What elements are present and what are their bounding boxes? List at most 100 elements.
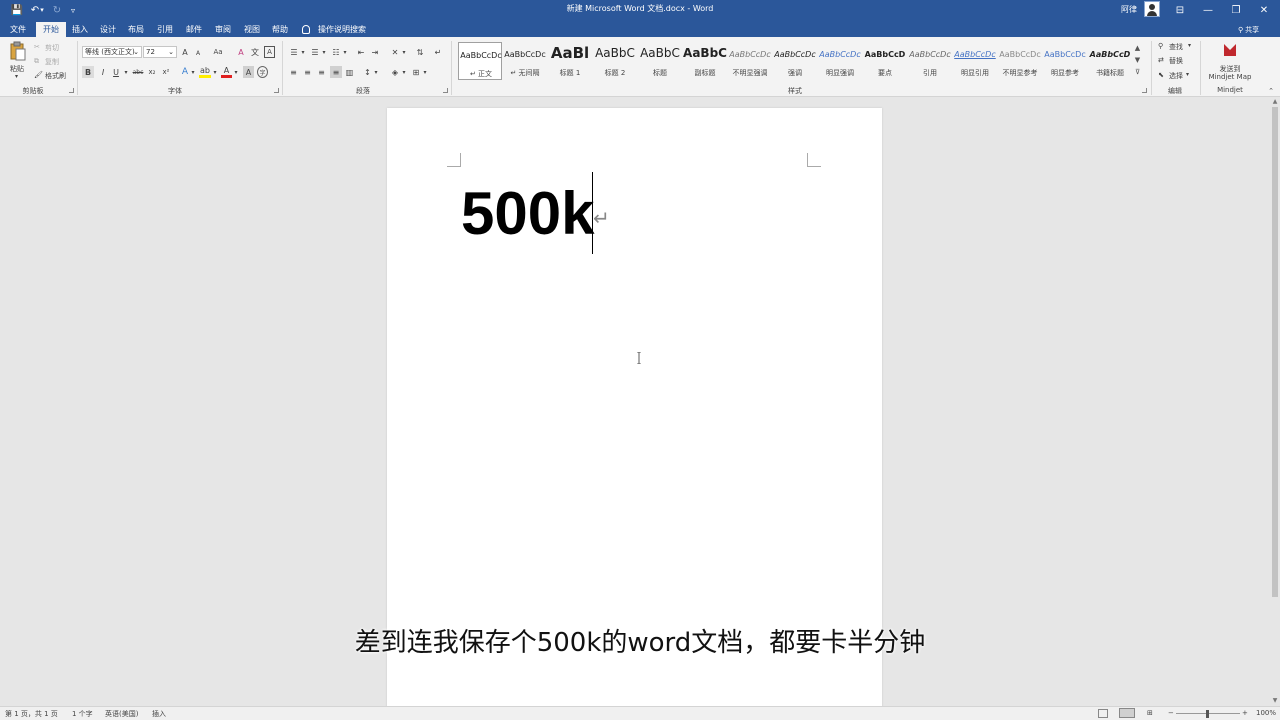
style-heading-1[interactable]: AaBl 标题 1 (548, 42, 592, 80)
bold-button[interactable]: B (82, 66, 94, 78)
font-name-combo[interactable]: 等线 (西文正文) ⌄ (82, 46, 142, 58)
style-intense-quote[interactable]: AaBbCcDc 明显引用 (953, 42, 997, 80)
scroll-down-icon[interactable]: ▼ (1132, 54, 1143, 66)
mindjet-icon[interactable] (1223, 43, 1237, 57)
strikethrough-button[interactable]: abc (131, 66, 145, 78)
format-painter-button[interactable]: 格式刷 (45, 71, 66, 81)
chinese-layout-icon[interactable]: ✕ (389, 46, 401, 58)
page-count[interactable]: 第 1 页，共 1 页 (5, 709, 58, 719)
word-count[interactable]: 1 个字 (72, 709, 93, 719)
bullets-dropdown-icon[interactable]: ▾ (300, 46, 306, 58)
shading-icon[interactable]: ◈ (389, 66, 401, 78)
highlight-color-icon[interactable]: ab (199, 66, 211, 78)
paste-icon[interactable] (10, 41, 26, 61)
replace-icon[interactable]: ⇄ (1158, 56, 1164, 64)
increase-indent-icon[interactable]: ⇥ (369, 46, 381, 58)
tab-layout[interactable]: 布局 (122, 22, 150, 37)
vertical-scrollbar[interactable]: ▲ ▼ (1270, 97, 1280, 706)
phonetic-guide-icon[interactable]: 文 (250, 46, 260, 58)
zoom-slider-thumb[interactable] (1206, 710, 1209, 718)
superscript-button[interactable]: x² (160, 66, 172, 78)
tab-home[interactable]: 开始 (36, 22, 66, 37)
tab-insert[interactable]: 插入 (66, 22, 94, 37)
line-spacing-icon[interactable]: ↕ (362, 66, 373, 78)
format-painter-icon[interactable]: 🖌 (34, 71, 43, 79)
distributed-icon[interactable]: ▥ (344, 66, 355, 78)
style-heading-2[interactable]: AaBbC 标题 2 (593, 42, 637, 80)
style-intense-emphasis[interactable]: AaBbCcDc 明显强调 (818, 42, 862, 80)
restore-button[interactable]: ❐ (1222, 0, 1250, 20)
underline-button[interactable]: U (111, 66, 121, 78)
zoom-out-button[interactable]: − (1168, 709, 1174, 717)
tab-review[interactable]: 审阅 (208, 22, 238, 37)
decrease-indent-icon[interactable]: ⇤ (355, 46, 367, 58)
font-size-combo[interactable]: 72 ⌄ (143, 46, 177, 58)
borders-dropdown-icon[interactable]: ▾ (422, 66, 428, 78)
clipboard-launcher-icon[interactable] (69, 88, 74, 93)
tab-design[interactable]: 设计 (94, 22, 122, 37)
tell-me-search[interactable]: 操作说明搜索 (302, 22, 366, 37)
find-button[interactable]: 查找 (1169, 42, 1183, 52)
ribbon-display-options-button[interactable]: ⊟ (1166, 0, 1194, 20)
language-indicator[interactable]: 英语(美国) (105, 709, 138, 719)
scroll-down-arrow-icon[interactable]: ▼ (1270, 696, 1280, 706)
shading-dropdown-icon[interactable]: ▾ (401, 66, 407, 78)
find-dropdown-icon[interactable]: ▾ (1188, 42, 1191, 49)
numbering-dropdown-icon[interactable]: ▾ (321, 46, 327, 58)
style-title[interactable]: AaBbC 标题 (638, 42, 682, 80)
multilevel-list-icon[interactable]: ☷ (330, 46, 342, 58)
web-layout-icon[interactable]: ⊞ (1147, 709, 1153, 717)
style-quote[interactable]: AaBbCcDc 引用 (908, 42, 952, 80)
tab-references[interactable]: 引用 (150, 22, 180, 37)
zoom-level[interactable]: 100% (1256, 709, 1276, 717)
chinese-layout-dropdown-icon[interactable]: ▾ (401, 46, 407, 58)
font-color-button[interactable]: A (221, 66, 232, 78)
shrink-font-button[interactable]: A (193, 47, 203, 59)
style-strong[interactable]: AaBbCcD 要点 (863, 42, 907, 80)
italic-button[interactable]: I (98, 66, 108, 78)
styles-launcher-icon[interactable] (1142, 88, 1147, 93)
more-styles-icon[interactable]: ⊽ (1132, 66, 1143, 78)
font-launcher-icon[interactable] (274, 88, 279, 93)
change-case-button[interactable]: Aa (211, 46, 225, 58)
send-to-mindjet-label-2[interactable]: Mindjet Map (1205, 73, 1255, 81)
paste-dropdown-icon[interactable]: ▾ (15, 73, 18, 80)
document-page[interactable]: 500k ↵ (387, 108, 882, 708)
style-emphasis[interactable]: AaBbCcDc 强调 (773, 42, 817, 80)
line-spacing-dropdown-icon[interactable]: ▾ (373, 66, 379, 78)
show-marks-icon[interactable]: ↵ (432, 46, 444, 58)
tab-file[interactable]: 文件 (4, 22, 32, 37)
sort-icon[interactable]: ⇅ (414, 46, 426, 58)
tab-help[interactable]: 帮助 (266, 22, 294, 37)
zoom-in-button[interactable]: + (1242, 709, 1248, 717)
font-color-dropdown-icon[interactable]: ▾ (233, 66, 239, 78)
find-icon[interactable]: ⚲ (1158, 42, 1163, 50)
highlight-dropdown-icon[interactable]: ▾ (212, 66, 218, 78)
read-mode-icon[interactable] (1098, 709, 1108, 718)
style-intense-reference[interactable]: AaBbCcDc 明显参考 (1043, 42, 1087, 80)
select-button[interactable]: 选择 (1169, 71, 1183, 81)
avatar[interactable] (1144, 1, 1160, 17)
clear-formatting-icon[interactable]: A (236, 46, 246, 58)
style-no-spacing[interactable]: AaBbCcDc ↵ 无间隔 (503, 42, 547, 80)
enclose-characters-icon[interactable]: 字 (257, 66, 268, 78)
multilevel-dropdown-icon[interactable]: ▾ (342, 46, 348, 58)
style-subtle-reference[interactable]: AaBbCcDc 不明显参考 (998, 42, 1042, 80)
underline-dropdown-icon[interactable]: ▾ (123, 66, 129, 78)
style-subtitle[interactable]: AaBbC 副标题 (683, 42, 727, 80)
print-layout-icon[interactable] (1119, 708, 1135, 718)
insert-mode[interactable]: 插入 (152, 709, 166, 719)
user-name[interactable]: 阿律 (1121, 4, 1137, 15)
justify-icon[interactable]: ≡ (330, 66, 342, 78)
grow-font-button[interactable]: A (180, 46, 190, 58)
share-button[interactable]: ⚲ 共享 (1238, 22, 1259, 37)
minimize-button[interactable]: — (1194, 0, 1222, 20)
bullets-icon[interactable]: ☰ (288, 46, 300, 58)
tab-view[interactable]: 视图 (238, 22, 266, 37)
close-button[interactable]: ✕ (1250, 0, 1278, 20)
align-center-icon[interactable]: ≡ (302, 66, 313, 78)
align-right-icon[interactable]: ≡ (316, 66, 327, 78)
style-subtle-emphasis[interactable]: AaBbCcDc 不明显强调 (728, 42, 772, 80)
paragraph-launcher-icon[interactable] (443, 88, 448, 93)
scroll-up-icon[interactable]: ▲ (1132, 42, 1143, 54)
